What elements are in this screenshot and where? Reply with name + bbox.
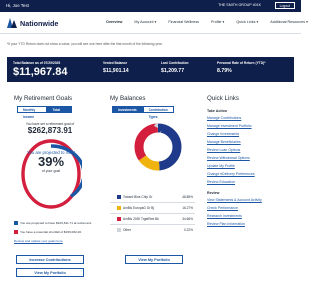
allocation-name: Other	[123, 228, 131, 232]
link-research-investments[interactable]: Research Investments	[207, 214, 242, 218]
plan-name[interactable]: THE SMITH GROUP 401K	[218, 3, 261, 7]
allocation-swatch	[117, 195, 121, 199]
row-divider	[110, 224, 195, 225]
view-portfolio-button-balances[interactable]: View My Portfolio	[125, 255, 183, 264]
allocation-swatch	[117, 206, 121, 210]
projected-swatch	[14, 221, 18, 225]
tab-contribution-types[interactable]: Contribution Types	[142, 106, 174, 119]
nav-menu: Overview My Account ▾ Financial Wellness…	[106, 20, 320, 24]
vested-balance-label: Vested Balance	[103, 61, 128, 65]
link-check-performance[interactable]: Check Performance	[207, 206, 238, 210]
increase-contributions-button[interactable]: Increase Contributions	[16, 255, 84, 264]
allocation-row: Toward Blue Chip Gr 48.85%	[117, 195, 193, 199]
rate-of-return: Personal Rate of Return (YTD)* 8.79%	[217, 61, 266, 74]
total-balance-value: $11,967.84	[13, 66, 68, 78]
tab-monthly-income[interactable]: Monthly Income	[17, 106, 47, 119]
allocation-row: AmBlc 2030 TrgtdRmt Bk 34.66%	[117, 217, 193, 221]
link-manage-investment-portfolio[interactable]: Manage Investment Portfolio	[207, 124, 252, 128]
link-review-loan-options[interactable]: Review Loan Options	[207, 148, 240, 152]
last-contribution: Last Contribution $1,209.77	[161, 61, 188, 74]
allocation-percent: 34.66%	[182, 217, 193, 221]
allocation-swatch	[117, 228, 121, 232]
balance-summary-bar: Total Balance as of 07/29/2025 $11,967.8…	[7, 57, 294, 82]
brand-name: Nationwide	[20, 18, 59, 28]
last-contribution-value: $1,209.77	[161, 68, 185, 74]
take-action-heading: Take Action	[207, 109, 227, 113]
retirement-goal-toggle: Monthly Income Total Assets	[17, 106, 73, 119]
review-goals-link[interactable]: Review and update your goals here	[14, 239, 63, 243]
balances-title: My Balances	[110, 95, 146, 102]
user-greeting: Hi, Joe Test	[6, 3, 29, 8]
link-change-investments[interactable]: Change Investments	[207, 132, 239, 136]
tab-investments[interactable]: Investments	[112, 106, 143, 113]
logout-button[interactable]: Logout	[274, 2, 295, 9]
nav-my-account[interactable]: My Account ▾	[134, 20, 156, 24]
goal-amount: $262,873.91	[27, 126, 73, 135]
allocation-name: Toward Blue Chip Gr	[123, 195, 153, 199]
allocation-percent: 16.27%	[182, 206, 193, 210]
allocation-row: Other 0.22%	[117, 228, 193, 232]
nav-profile[interactable]: Profile ▾	[211, 20, 224, 24]
nav-financial-wellness[interactable]: Financial Wellness	[168, 20, 199, 24]
allocation-swatch	[117, 217, 121, 221]
gauge-percent: 39%	[37, 154, 65, 169]
main-navigation: Nationwide Overview My Account ▾ Financi…	[0, 12, 308, 34]
retirement-goals-title: My Retirement Goals	[14, 95, 73, 102]
total-balance: Total Balance as of 07/29/2025 $11,967.8…	[13, 61, 67, 78]
link-manage-contributions[interactable]: Manage Contributions	[207, 116, 241, 120]
total-balance-label: Total Balance as of 07/29/2025	[13, 61, 61, 65]
quick-links-title: Quick Links	[207, 95, 239, 102]
gauge-center-text: You are projected to meet 39% of your go…	[20, 150, 82, 173]
rate-of-return-value: 8.79%	[217, 68, 232, 74]
link-update-my-profile[interactable]: Update My Profile	[207, 164, 235, 168]
link-view-statements[interactable]: View Statements & Account Activity	[207, 198, 262, 202]
link-review-withdrawal-options[interactable]: Review Withdrawal Options	[207, 156, 250, 160]
allocation-row: AmBlc EuropaG Gr Bj 16.27%	[117, 206, 193, 210]
rate-of-return-label: Personal Rate of Return (YTD)*	[217, 61, 266, 65]
link-manage-beneficiaries[interactable]: Manage Beneficiaries	[207, 140, 241, 144]
link-change-edelivery[interactable]: Change eDelivery Preferences	[207, 172, 255, 176]
eagle-logo-icon	[7, 18, 17, 28]
shortfall-swatch	[14, 230, 18, 234]
vested-balance-value: $11,901.14	[103, 68, 129, 74]
legend-shortfall: You have a potential shortfall of $159,0…	[14, 230, 82, 234]
row-divider	[110, 213, 195, 214]
allocation-percent: 48.85%	[182, 195, 193, 199]
top-utility-bar: Hi, Joe Test THE SMITH GROUP 401K Logout	[0, 0, 301, 12]
last-contribution-label: Last Contribution	[161, 61, 189, 65]
balances-title-wrap: My Balances Investments Contribution Typ…	[110, 95, 174, 119]
shortfall-text: You have a potential shortfall of $159,0…	[20, 230, 82, 234]
retirement-goals-title-wrap: My Retirement Goals Monthly Income Total…	[14, 95, 73, 119]
vested-balance: Vested Balance $11,901.14	[103, 61, 129, 74]
review-heading: Review	[207, 191, 220, 195]
nav-quick-links[interactable]: Quick Links ▾	[236, 20, 258, 24]
allocation-name: AmBlc EuropaG Gr Bj	[123, 206, 154, 210]
investment-allocation-donut	[134, 123, 182, 171]
link-review-education[interactable]: Review Education	[207, 180, 235, 184]
view-portfolio-button-goals[interactable]: View My Portfolio	[16, 268, 84, 277]
projected-text: You are projected to have $103,811.71 at…	[20, 221, 93, 225]
gauge-bottom-text: of your goal	[41, 169, 61, 173]
row-divider	[110, 202, 195, 203]
ytd-disclaimer: *If your YTD Return does not show a valu…	[7, 42, 163, 46]
link-review-plan-information[interactable]: Review Plan Information	[207, 222, 245, 226]
quick-links-title-wrap: Quick Links	[207, 95, 239, 102]
goal-progress-gauge	[20, 139, 82, 209]
allocation-name: AmBlc 2030 TrgtdRmt Bk	[123, 217, 159, 221]
tab-total-assets[interactable]: Total Assets	[46, 106, 73, 119]
allocation-percent: 0.22%	[183, 228, 193, 232]
nationwide-logo[interactable]: Nationwide	[7, 18, 58, 28]
legend-projected: You are projected to have $103,811.71 at…	[14, 221, 92, 225]
nav-overview[interactable]: Overview	[106, 20, 122, 24]
nav-additional-resources[interactable]: Additional Resources ▾	[270, 20, 308, 24]
balances-toggle: Investments Contribution Types	[112, 106, 174, 119]
